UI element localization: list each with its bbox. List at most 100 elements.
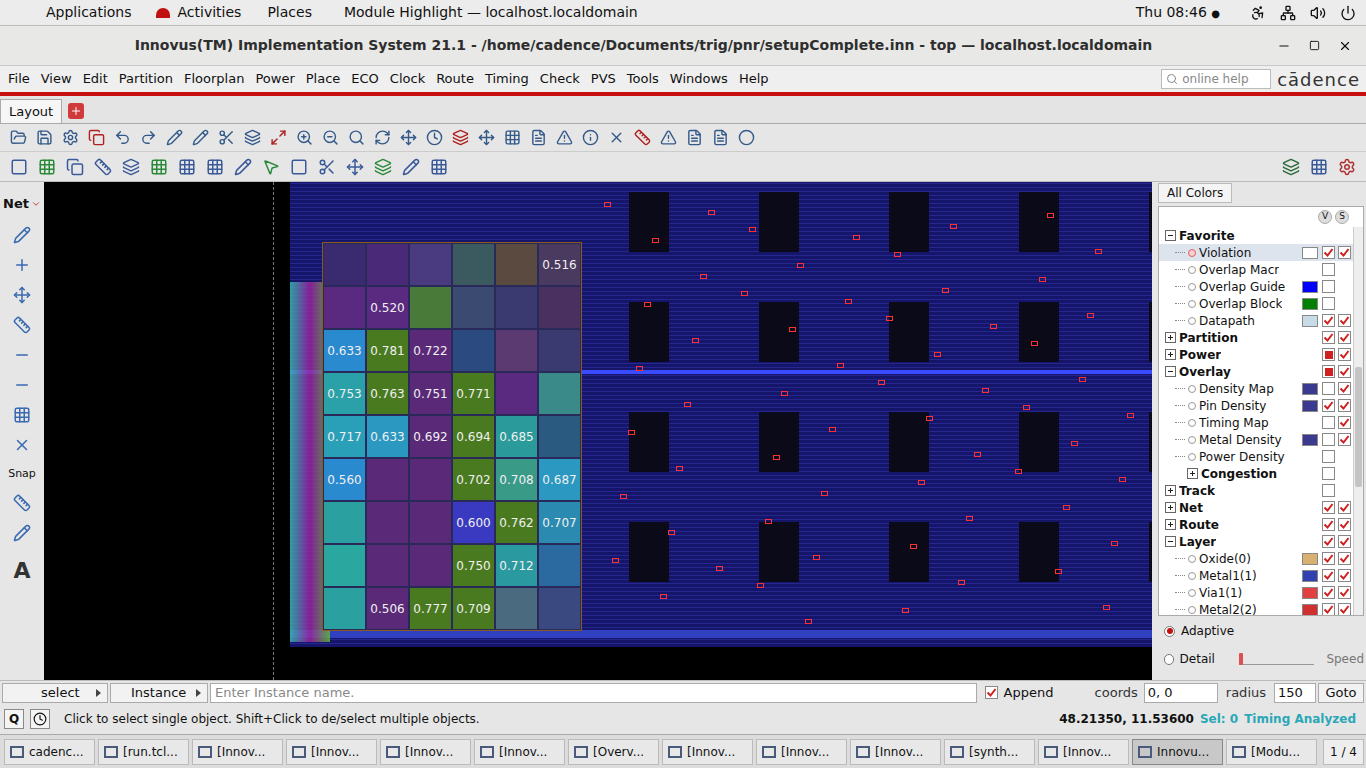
dropdown-icon[interactable] xyxy=(31,199,41,209)
violation-marker[interactable] xyxy=(1103,605,1110,610)
layer-swatch[interactable] xyxy=(1302,264,1318,276)
taskbar-item[interactable]: [Innov... xyxy=(286,739,377,765)
toolbar-tool-icon[interactable] xyxy=(348,129,365,146)
density-cell[interactable]: 0.685 xyxy=(495,415,538,458)
density-cell[interactable]: 0.516 xyxy=(538,243,581,286)
append-checkbox[interactable]: Append xyxy=(979,683,1089,703)
violation-marker[interactable] xyxy=(1095,249,1102,254)
toolbar-tool-icon[interactable] xyxy=(504,129,521,146)
violation-marker[interactable] xyxy=(652,238,659,243)
taskbar-item[interactable]: [Innov... xyxy=(850,739,941,765)
view-icon[interactable] xyxy=(1282,158,1300,176)
toolbar-tool-icon[interactable] xyxy=(192,129,209,146)
edit-tool-icon[interactable] xyxy=(346,158,364,176)
violation-marker[interactable] xyxy=(773,455,780,460)
palette-tool-icon[interactable] xyxy=(13,286,31,304)
toolbar-tool-icon[interactable] xyxy=(218,129,235,146)
selectable-checkbox[interactable] xyxy=(1338,399,1351,412)
toolbar-tool-icon[interactable] xyxy=(62,129,79,146)
layer-swatch[interactable] xyxy=(1302,315,1318,327)
layer-tree-row[interactable]: Layer xyxy=(1159,533,1353,550)
selectable-checkbox[interactable] xyxy=(1338,433,1351,446)
text-tool[interactable]: A xyxy=(13,554,30,587)
density-cell[interactable] xyxy=(452,286,495,329)
density-cell[interactable] xyxy=(323,286,366,329)
violation-marker[interactable] xyxy=(845,299,852,304)
violation-marker[interactable] xyxy=(974,452,981,457)
layer-tree-row[interactable]: Metal1(1) xyxy=(1159,567,1353,584)
places-menu[interactable]: Places xyxy=(267,2,312,23)
density-cell[interactable] xyxy=(538,415,581,458)
density-cell[interactable] xyxy=(323,587,366,630)
layer-tree-row[interactable]: Oxide(0) xyxy=(1159,550,1353,567)
density-cell[interactable]: 0.722 xyxy=(409,329,452,372)
layer-tree-row[interactable]: Timing Map xyxy=(1159,414,1353,431)
density-cell[interactable] xyxy=(452,329,495,372)
expander-icon[interactable] xyxy=(1187,468,1198,479)
edit-tool-icon[interactable] xyxy=(318,158,336,176)
violation-marker[interactable] xyxy=(886,316,893,321)
visible-checkbox[interactable] xyxy=(1322,433,1335,446)
violation-marker[interactable] xyxy=(1087,313,1094,318)
layer-tree-row[interactable]: Violation xyxy=(1159,244,1353,261)
visible-checkbox[interactable] xyxy=(1322,331,1335,344)
taskbar-item[interactable]: [Innov... xyxy=(756,739,847,765)
history-button[interactable] xyxy=(30,709,50,729)
density-cell[interactable]: 0.633 xyxy=(366,415,409,458)
expander-icon[interactable] xyxy=(1165,485,1176,496)
net-label[interactable]: Net xyxy=(3,194,29,214)
edit-tool-icon[interactable] xyxy=(402,158,420,176)
toolbar-tool-icon[interactable] xyxy=(530,129,547,146)
toolbar-tool-icon[interactable] xyxy=(634,129,651,146)
density-cell[interactable] xyxy=(538,286,581,329)
expander-icon[interactable] xyxy=(1165,230,1176,241)
taskbar-item[interactable]: cadenc... xyxy=(4,739,95,765)
close-icon[interactable] xyxy=(1338,39,1352,53)
violation-marker[interactable] xyxy=(813,555,820,560)
violation-marker[interactable] xyxy=(837,363,844,368)
selectable-checkbox[interactable] xyxy=(1338,501,1351,514)
append-box[interactable] xyxy=(985,686,998,699)
density-cell[interactable] xyxy=(538,329,581,372)
density-cell[interactable] xyxy=(538,544,581,587)
layer-swatch[interactable] xyxy=(1302,587,1318,599)
edit-tool-icon[interactable] xyxy=(178,158,196,176)
layer-swatch[interactable] xyxy=(1302,349,1318,361)
toolbar-tool-icon[interactable] xyxy=(738,129,755,146)
toolbar-tool-icon[interactable] xyxy=(712,129,729,146)
violation-marker[interactable] xyxy=(1015,469,1022,474)
toolbar-tool-icon[interactable] xyxy=(426,129,443,146)
density-cell[interactable] xyxy=(538,372,581,415)
toolbar-tool-icon[interactable] xyxy=(36,129,53,146)
network-icon[interactable] xyxy=(1280,5,1296,21)
menu-item[interactable]: Help xyxy=(739,69,769,89)
layer-tree-row[interactable]: Overlap Guide xyxy=(1159,278,1353,295)
violation-marker[interactable] xyxy=(749,227,756,232)
density-cell[interactable] xyxy=(452,243,495,286)
expander-icon[interactable] xyxy=(1165,519,1176,530)
density-cell[interactable]: 0.694 xyxy=(452,415,495,458)
density-cell[interactable] xyxy=(409,544,452,587)
visible-checkbox[interactable] xyxy=(1322,263,1335,276)
power-icon[interactable] xyxy=(1340,5,1356,21)
activities-button[interactable]: Activities xyxy=(178,2,242,23)
speed-slider[interactable] xyxy=(1239,653,1314,665)
visible-checkbox[interactable] xyxy=(1322,535,1335,548)
radius-field[interactable]: 150 xyxy=(1274,683,1316,703)
layer-swatch[interactable] xyxy=(1302,468,1318,480)
visible-checkbox[interactable] xyxy=(1322,569,1335,582)
violation-marker[interactable] xyxy=(878,380,885,385)
maximize-icon[interactable] xyxy=(1309,40,1320,51)
selectable-checkbox[interactable] xyxy=(1338,246,1351,259)
edit-tool-icon[interactable] xyxy=(122,158,140,176)
edit-tool-icon[interactable] xyxy=(94,158,112,176)
visible-checkbox[interactable] xyxy=(1322,382,1335,395)
violation-marker[interactable] xyxy=(966,516,973,521)
palette-tool-icon[interactable] xyxy=(13,316,31,334)
density-cell[interactable]: 0.771 xyxy=(452,372,495,415)
density-cell[interactable]: 0.762 xyxy=(495,501,538,544)
violation-marker[interactable] xyxy=(757,583,764,588)
violation-marker[interactable] xyxy=(853,235,860,240)
layer-tree-row[interactable]: Overlap Macr xyxy=(1159,261,1353,278)
render-mode-radio[interactable]: Adaptive xyxy=(1164,622,1364,640)
